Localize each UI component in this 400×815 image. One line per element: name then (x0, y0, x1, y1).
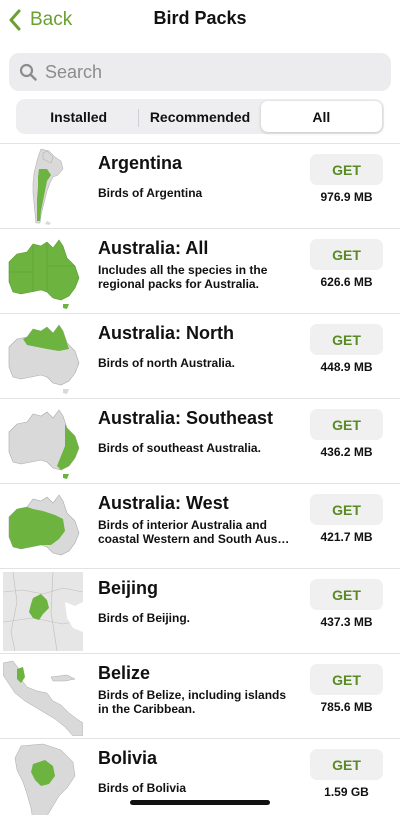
get-button[interactable]: GET (310, 664, 383, 695)
get-button[interactable]: GET (310, 579, 383, 610)
get-button[interactable]: GET (310, 239, 383, 270)
navigation-bar: Back Bird Packs (0, 0, 400, 44)
pack-size: 626.6 MB (320, 275, 373, 289)
pack-size: 436.2 MB (320, 445, 373, 459)
segment-installed[interactable]: Installed (18, 101, 140, 132)
pack-name: Australia: North (98, 323, 235, 343)
segment-recommended[interactable]: Recommended (139, 101, 260, 132)
pack-name: Beijing (98, 578, 159, 598)
australia-west-map-thumbnail (3, 487, 83, 566)
pack-description: Birds of Belize, including islands in the… (98, 688, 287, 716)
pack-description: Birds of north Australia. (98, 356, 235, 370)
pack-description: Birds of Beijing. (98, 611, 191, 625)
segmented-control: Installed Recommended All (16, 99, 384, 134)
list-item[interactable]: Australia: North Birds of north Australi… (0, 313, 400, 398)
get-button[interactable]: GET (310, 749, 383, 780)
segment-all[interactable]: All (260, 101, 382, 132)
page-title: Bird Packs (153, 8, 247, 28)
pack-description: Birds of southeast Australia. (98, 441, 261, 455)
australia-southeast-map-thumbnail (3, 402, 83, 481)
list-item[interactable]: Beijing Birds of Beijing. GET 437.3 MB (0, 568, 400, 653)
pack-size: 437.3 MB (320, 615, 373, 629)
australia-all-map-thumbnail (3, 232, 83, 311)
pack-size: 448.9 MB (320, 360, 373, 374)
pack-name: Australia: All (98, 238, 209, 258)
search-input[interactable] (45, 61, 365, 83)
beijing-map-thumbnail (3, 572, 83, 651)
search-icon (19, 63, 37, 81)
pack-name: Argentina (98, 153, 183, 173)
pack-description: Includes all the species in the regional … (98, 263, 268, 291)
pack-description: Birds of interior Australia and coastal W… (98, 518, 290, 546)
bolivia-map-thumbnail (3, 742, 83, 815)
get-button[interactable]: GET (310, 409, 383, 440)
belize-map-thumbnail (3, 657, 83, 736)
australia-north-map-thumbnail (3, 317, 83, 396)
pack-size: 785.6 MB (320, 700, 373, 714)
pack-name: Australia: West (98, 493, 229, 513)
get-button[interactable]: GET (310, 324, 383, 355)
pack-name: Australia: Southeast (98, 408, 274, 428)
pack-size: 421.7 MB (320, 530, 373, 544)
get-button[interactable]: GET (310, 494, 383, 525)
pack-size: 976.9 MB (320, 190, 373, 204)
list-item[interactable]: Belize Birds of Belize, including island… (0, 653, 400, 738)
pack-name: Bolivia (98, 748, 158, 768)
list-item[interactable]: Australia: All Includes all the species … (0, 228, 400, 313)
get-button[interactable]: GET (310, 154, 383, 185)
pack-size: 1.59 GB (324, 785, 369, 799)
bird-pack-list: Argentina Birds of Argentina GET 976.9 M… (0, 143, 400, 815)
list-item[interactable]: Australia: Southeast Birds of southeast … (0, 398, 400, 483)
home-indicator[interactable] (130, 800, 270, 805)
pack-name: Belize (98, 663, 151, 683)
argentina-map-thumbnail (3, 147, 83, 226)
list-item[interactable]: Australia: West Birds of interior Austra… (0, 483, 400, 568)
search-bar[interactable] (9, 53, 391, 91)
pack-description: Birds of Argentina (98, 186, 203, 200)
pack-description: Birds of Bolivia (98, 781, 187, 795)
list-item[interactable]: Argentina Birds of Argentina GET 976.9 M… (0, 143, 400, 228)
